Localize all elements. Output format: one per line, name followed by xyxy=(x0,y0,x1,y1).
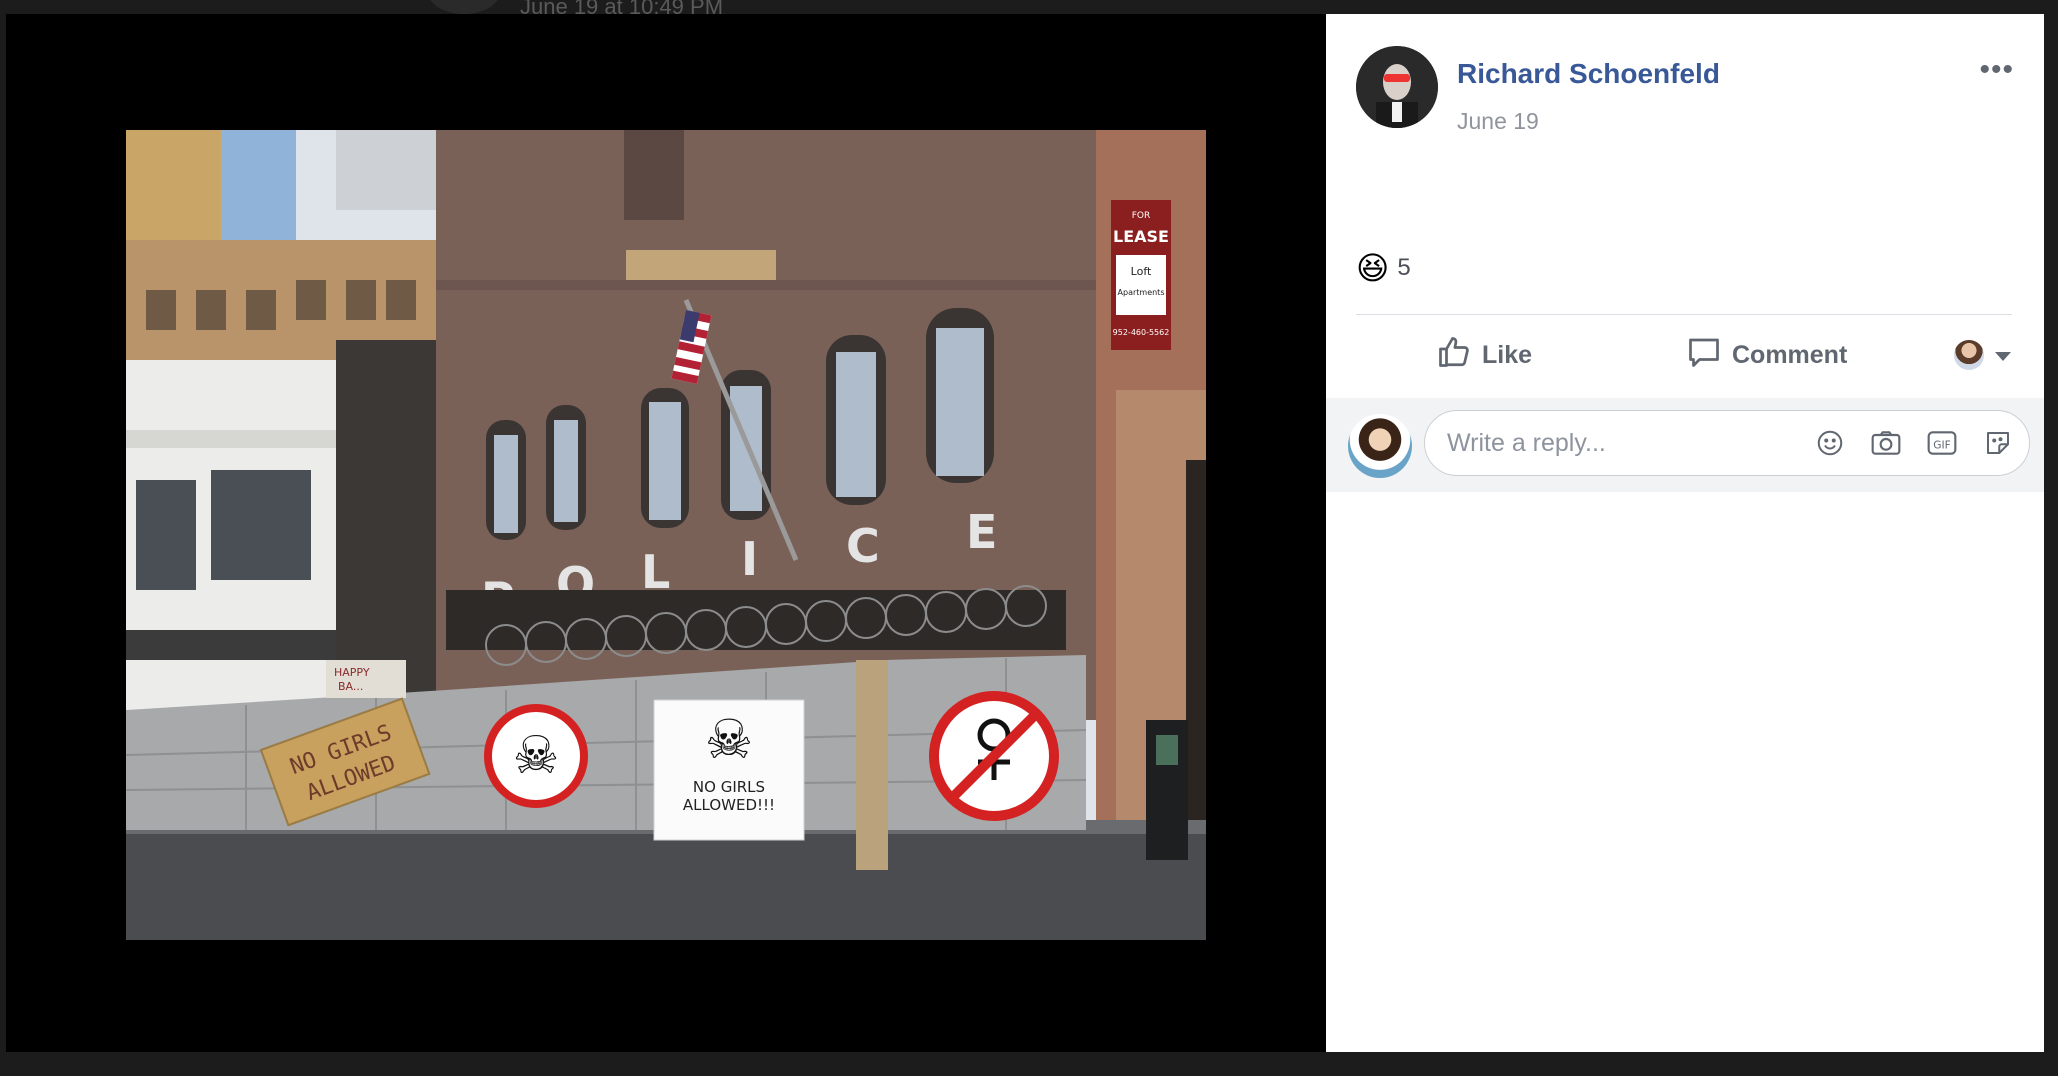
white-sign-line2: ALLOWED!!! xyxy=(683,796,775,814)
svg-text:GIF: GIF xyxy=(1933,438,1951,451)
small-sign-line2: BA... xyxy=(338,680,363,693)
haha-reaction-icon: 😆 xyxy=(1356,250,1390,286)
police-letter: C xyxy=(846,519,880,573)
lease-sign-main: LEASE xyxy=(1113,227,1169,246)
chevron-down-icon xyxy=(1994,341,2012,370)
divider xyxy=(1356,314,2012,315)
police-building-photo: P O L I C E xyxy=(126,130,1206,940)
thumbs-up-icon xyxy=(1436,334,1472,377)
sticker-icon[interactable] xyxy=(1981,426,2015,460)
reply-box[interactable]: GIF xyxy=(1424,410,2030,476)
reaction-count: 5 xyxy=(1397,254,1411,281)
reply-tools: GIF xyxy=(1813,411,2015,475)
camera-icon[interactable] xyxy=(1869,426,1903,460)
author-name-link[interactable]: Richard Schoenfeld xyxy=(1457,58,1720,90)
post-photo[interactable]: P O L I C E xyxy=(126,130,1206,940)
reply-composer: GIF xyxy=(1326,398,2044,492)
lease-sign-phone: 952-460-5562 xyxy=(1113,328,1170,337)
comment-label: Comment xyxy=(1732,340,1848,369)
comment-bubble-icon xyxy=(1686,334,1722,377)
author-avatar-image xyxy=(1356,46,1438,128)
reaction-summary[interactable]: 😆 5 xyxy=(1356,248,1411,288)
police-letter: E xyxy=(966,505,997,559)
svg-text:☠: ☠ xyxy=(513,727,560,785)
author-avatar[interactable] xyxy=(1356,46,1438,128)
post-date[interactable]: June 19 xyxy=(1457,108,1539,135)
svg-text:☠: ☠ xyxy=(705,710,753,770)
post-actions: Like Comment xyxy=(1356,324,2012,386)
like-label: Like xyxy=(1482,340,1533,369)
more-options-icon[interactable]: ••• xyxy=(1979,55,2014,85)
viewer-avatar[interactable] xyxy=(1348,414,1412,478)
post-header: Richard Schoenfeld June 19 ••• xyxy=(1356,46,2018,134)
emoji-icon[interactable] xyxy=(1813,426,1847,460)
lease-sign-loft: Loft xyxy=(1131,265,1152,278)
police-letter: I xyxy=(741,532,758,586)
small-sign-line1: HAPPY xyxy=(334,666,370,679)
background-avatar xyxy=(428,0,500,14)
white-sign-line1: NO GIRLS xyxy=(693,778,765,796)
comment-as-selector[interactable] xyxy=(1954,324,2012,386)
comment-button[interactable]: Comment xyxy=(1686,324,1847,386)
lease-sign-apartments: Apartments xyxy=(1118,288,1165,297)
viewer-mini-avatar xyxy=(1954,340,1984,370)
post-sidebar: Richard Schoenfeld June 19 ••• 😆 5 Like xyxy=(1326,14,2044,1052)
photo-viewer: June 19 at 10:49 PM O L I C E FOR LEASE … xyxy=(0,0,2058,1076)
lease-sign-top: FOR xyxy=(1132,211,1151,221)
photo-pane[interactable]: P O L I C E xyxy=(6,14,1326,1052)
like-button[interactable]: Like xyxy=(1436,324,1532,386)
reply-input[interactable] xyxy=(1447,411,1777,475)
gif-icon[interactable]: GIF xyxy=(1925,426,1959,460)
